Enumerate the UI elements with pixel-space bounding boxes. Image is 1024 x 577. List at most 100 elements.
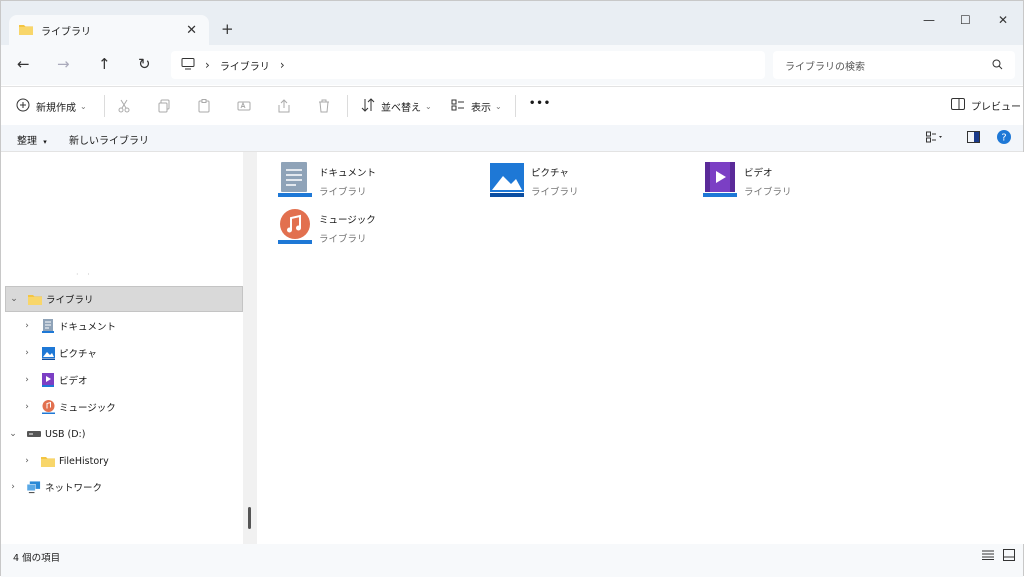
drive-icon	[27, 427, 41, 441]
cut-icon[interactable]	[117, 99, 131, 116]
divider	[347, 95, 348, 117]
new-tab-button[interactable]: +	[221, 20, 234, 38]
svg-text:?: ?	[1001, 133, 1006, 144]
new-button-label: 新規作成	[36, 103, 76, 114]
library-menu-bar: 整理 ▾ 新しいライブラリ ?	[1, 125, 1023, 152]
sidebar-item-network[interactable]: › ネットワーク	[5, 474, 243, 500]
computer-icon	[181, 57, 195, 73]
folder-icon	[28, 292, 42, 306]
sidebar-item-label: FileHistory	[59, 455, 109, 467]
share-icon[interactable]	[277, 99, 291, 116]
delete-icon[interactable]	[317, 99, 331, 116]
chevron-right-icon[interactable]: ›	[19, 402, 35, 412]
videos-icon	[41, 373, 55, 387]
pictures-icon	[41, 346, 55, 360]
forward-button[interactable]: →	[57, 55, 70, 73]
change-view-icon[interactable]	[926, 131, 942, 146]
address-bar[interactable]: › ライブラリ ›	[171, 51, 765, 79]
breadcrumb-libraries[interactable]: ライブラリ	[220, 58, 270, 73]
breadcrumb-separator[interactable]: ›	[205, 58, 210, 72]
minimize-button[interactable]: —	[923, 13, 935, 27]
refresh-button[interactable]: ↻	[138, 55, 151, 73]
documents-icon	[277, 162, 313, 198]
preview-pane-icon[interactable]	[967, 131, 980, 146]
file-explorer-window: ライブラリ ✕ + — ☐ ✕ ← → ↑ ↻ › ライブラリ › ライブラリの…	[0, 0, 1024, 577]
library-type: ライブラリ	[531, 187, 579, 198]
library-videos[interactable]: ビデオ ライブラリ	[702, 162, 902, 202]
breadcrumb-chevron[interactable]: ›	[280, 58, 285, 72]
chevron-right-icon[interactable]: ›	[19, 375, 35, 385]
network-icon	[27, 480, 41, 494]
address-row: ← → ↑ ↻ › ライブラリ › ライブラリの検索	[1, 45, 1023, 85]
tiles-view-icon[interactable]	[1003, 549, 1015, 564]
sort-button[interactable]: 並べ替え ⌄	[361, 98, 432, 115]
library-name: ピクチャ	[531, 168, 569, 179]
pictures-icon	[489, 162, 525, 198]
title-bar: ライブラリ ✕ + — ☐ ✕	[1, 1, 1023, 45]
plus-circle-icon	[16, 98, 30, 115]
maximize-button[interactable]: ☐	[960, 13, 971, 27]
chevron-right-icon[interactable]: ›	[19, 456, 35, 466]
more-options-button[interactable]: •••	[529, 98, 551, 109]
sidebar-item-videos[interactable]: › ビデオ	[19, 367, 243, 393]
search-icon	[992, 59, 1003, 73]
library-name: ミュージック	[319, 215, 376, 226]
chevron-down-icon[interactable]: ⌄	[5, 429, 21, 439]
tab-libraries[interactable]: ライブラリ ✕	[9, 15, 209, 45]
organize-menu[interactable]: 整理 ▾	[17, 132, 47, 147]
sidebar-item-label: ピクチャ	[59, 349, 97, 360]
view-button[interactable]: 表示 ⌄	[451, 98, 502, 115]
view-list-icon	[451, 98, 465, 115]
rename-icon[interactable]	[237, 99, 251, 116]
folder-icon	[41, 454, 55, 468]
library-name: ビデオ	[744, 168, 773, 179]
chevron-right-icon[interactable]: ›	[19, 348, 35, 358]
tab-close-icon[interactable]: ✕	[186, 23, 197, 38]
music-icon	[41, 400, 55, 414]
up-button[interactable]: ↑	[98, 55, 111, 73]
search-placeholder: ライブラリの検索	[785, 61, 865, 73]
videos-icon	[702, 162, 738, 198]
sort-button-label: 並べ替え	[381, 103, 421, 114]
preview-pane-icon	[951, 98, 965, 113]
music-icon	[277, 209, 313, 245]
sidebar-item-documents[interactable]: › ドキュメント	[19, 313, 243, 339]
preview-button-label: プレビュー	[971, 102, 1021, 113]
search-input[interactable]: ライブラリの検索	[773, 51, 1015, 79]
sidebar-item-label: ミュージック	[59, 403, 116, 414]
documents-icon	[41, 319, 55, 333]
chevron-right-icon[interactable]: ›	[19, 321, 35, 331]
sidebar-item-label: ネットワーク	[45, 483, 103, 494]
sidebar-item-music[interactable]: › ミュージック	[19, 394, 243, 420]
new-button[interactable]: 新規作成 ⌄	[16, 98, 87, 115]
sidebar-item-pictures[interactable]: › ピクチャ	[19, 340, 243, 366]
sidebar-item-label: ビデオ	[59, 376, 88, 387]
new-library-button[interactable]: 新しいライブラリ	[69, 132, 149, 147]
dropdown-arrow-icon: ▾	[43, 138, 47, 146]
scrollbar-thumb[interactable]	[248, 507, 251, 529]
nav-pane-scrollbar[interactable]	[243, 152, 257, 544]
sort-icon	[361, 98, 375, 115]
sidebar-item-filehistory[interactable]: › FileHistory	[19, 448, 243, 474]
details-view-icon[interactable]	[982, 550, 994, 563]
folder-icon	[19, 23, 33, 38]
divider	[515, 95, 516, 117]
sidebar-item-usb-drive[interactable]: ⌄ USB (D:)	[5, 421, 243, 447]
view-button-label: 表示	[471, 103, 491, 114]
copy-icon[interactable]	[157, 99, 171, 116]
library-music[interactable]: ミュージック ライブラリ	[277, 209, 477, 249]
sidebar-item-libraries[interactable]: ⌄ ライブラリ	[5, 286, 243, 312]
library-documents[interactable]: ドキュメント ライブラリ	[277, 162, 477, 202]
library-pictures[interactable]: ピクチャ ライブラリ	[489, 162, 689, 202]
help-icon[interactable]: ?	[997, 130, 1011, 147]
close-window-button[interactable]: ✕	[998, 13, 1008, 27]
chevron-down-icon[interactable]: ⌄	[6, 294, 22, 304]
sidebar-item-label: ライブラリ	[46, 295, 94, 306]
preview-button[interactable]: プレビュー	[951, 98, 1021, 113]
paste-icon[interactable]	[197, 99, 211, 116]
status-bar: 4 個の項目	[1, 544, 1023, 577]
chevron-right-icon[interactable]: ›	[5, 482, 21, 492]
chevron-down-icon: ⌄	[495, 102, 502, 111]
back-button[interactable]: ←	[17, 55, 30, 73]
library-type: ライブラリ	[319, 234, 367, 245]
